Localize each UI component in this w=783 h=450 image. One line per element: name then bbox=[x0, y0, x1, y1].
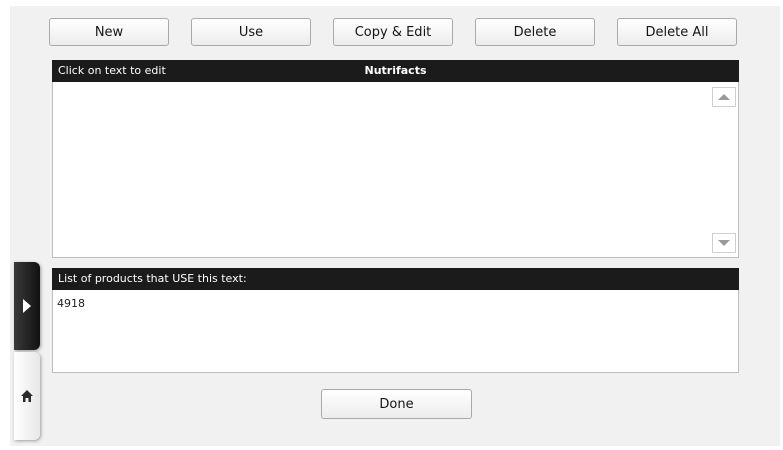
new-button[interactable]: New bbox=[49, 18, 169, 46]
delete-all-button[interactable]: Delete All bbox=[617, 18, 737, 46]
home-tab[interactable] bbox=[14, 352, 40, 440]
home-icon bbox=[21, 390, 33, 402]
products-list bbox=[52, 290, 739, 373]
arrow-up-icon bbox=[718, 94, 730, 100]
delete-button[interactable]: Delete bbox=[475, 18, 595, 46]
done-button[interactable]: Done bbox=[321, 389, 472, 419]
use-button[interactable]: Use bbox=[191, 18, 311, 46]
text-panel-title: Nutrifacts bbox=[364, 64, 427, 77]
scroll-down-button[interactable] bbox=[712, 233, 736, 253]
text-edit-area[interactable] bbox=[52, 82, 739, 258]
products-panel-title: List of products that USE this text: bbox=[58, 272, 247, 285]
side-expand-tab[interactable] bbox=[14, 262, 40, 350]
scroll-up-button[interactable] bbox=[712, 87, 736, 107]
text-panel-header: Click on text to edit Nutrifacts bbox=[52, 60, 739, 82]
copy-edit-button[interactable]: Copy & Edit bbox=[333, 18, 453, 46]
play-arrow-icon bbox=[23, 299, 31, 313]
products-panel-header: List of products that USE this text: bbox=[52, 268, 739, 290]
arrow-down-icon bbox=[718, 240, 730, 246]
list-item[interactable]: 4918 bbox=[57, 297, 85, 310]
